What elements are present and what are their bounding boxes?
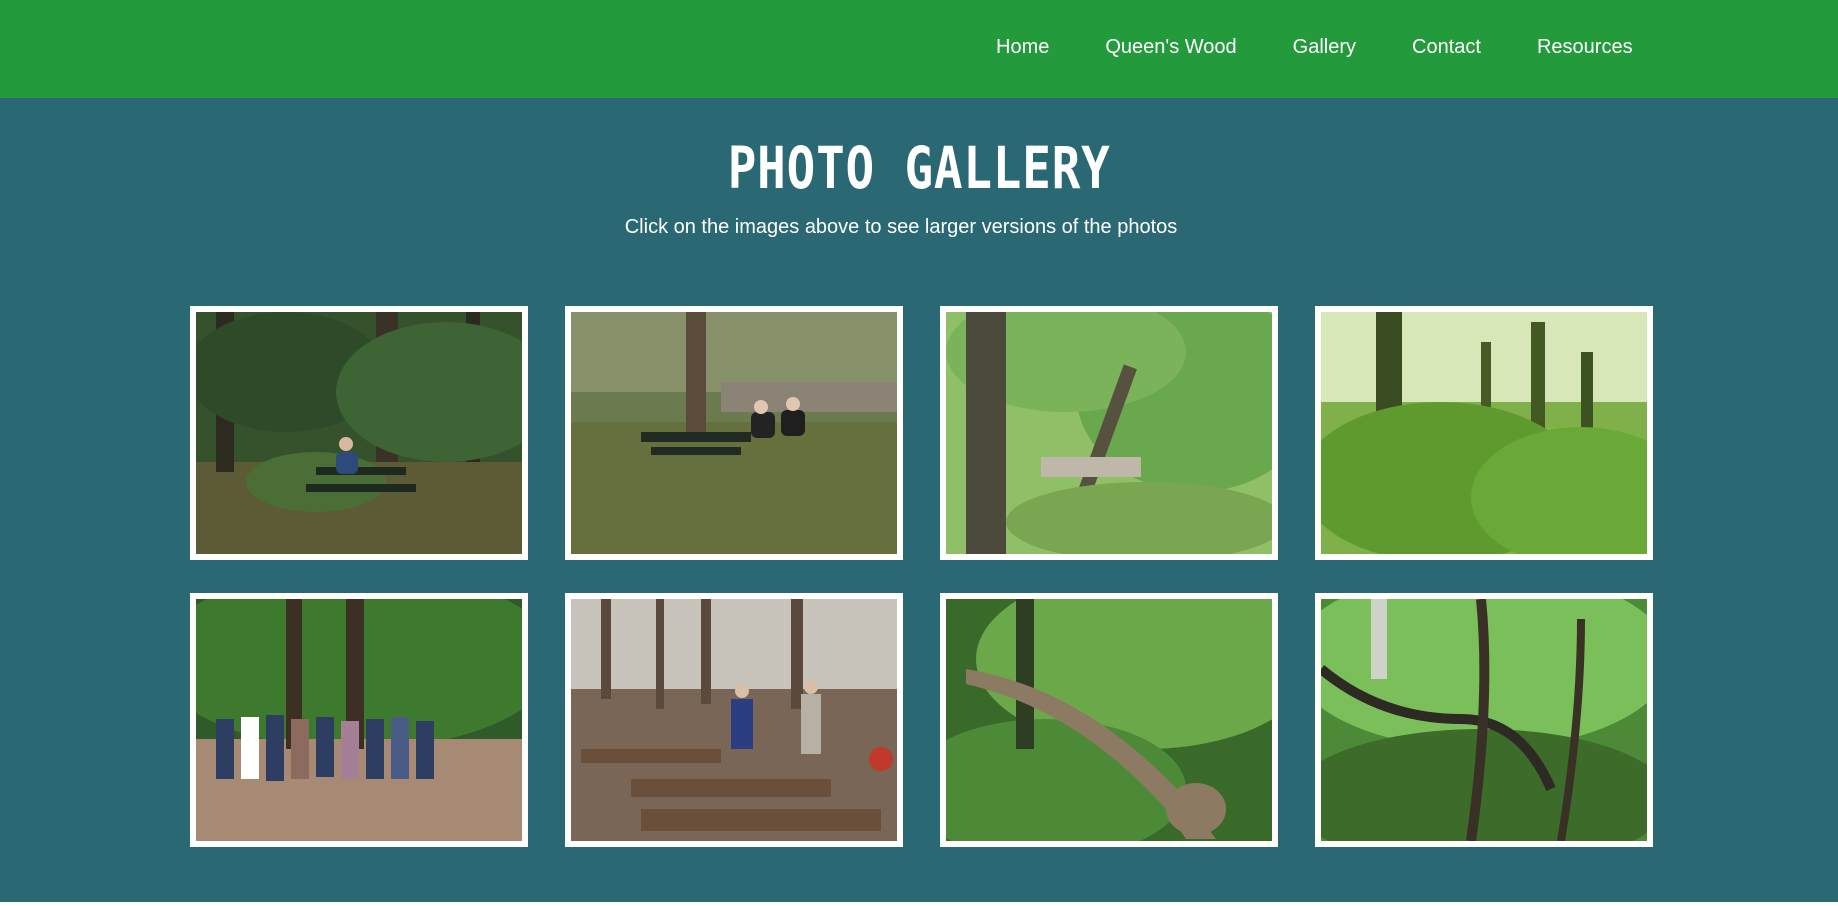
photo-volunteers-logs — [571, 599, 897, 841]
nav-contact[interactable]: Contact — [1412, 36, 1481, 59]
gallery-photo-7[interactable] — [940, 593, 1278, 847]
gallery-photo-5[interactable] — [190, 593, 528, 847]
nav-gallery[interactable]: Gallery — [1293, 36, 1356, 59]
photo-bench-by-pond — [571, 312, 897, 554]
gallery-instructions: Click on the images above to see larger … — [624, 216, 1178, 238]
photo-group-gathering — [196, 599, 522, 841]
photo-trees-and-clearing — [946, 312, 1272, 554]
photo-green-woodland — [1321, 312, 1647, 554]
main-nav: Home Queen's Wood Gallery Contact Resour… — [996, 36, 1633, 59]
page-title: Photo Gallery — [727, 134, 1111, 202]
gallery-photo-3[interactable] — [940, 306, 1278, 560]
footer-divider — [0, 902, 1838, 906]
gallery-photo-4[interactable] — [1315, 306, 1653, 560]
nav-queens-wood[interactable]: Queen's Wood — [1105, 36, 1236, 59]
gallery-photo-2[interactable] — [565, 306, 903, 560]
gallery-photo-6[interactable] — [565, 593, 903, 847]
nav-resources[interactable]: Resources — [1537, 36, 1633, 59]
photo-twisted-branches — [1321, 599, 1647, 841]
photo-picnic-bench-forest — [196, 312, 522, 554]
gallery-photo-8[interactable] — [1315, 593, 1653, 847]
header-bar: Home Queen's Wood Gallery Contact Resour… — [0, 0, 1838, 98]
gallery-photo-1[interactable] — [190, 306, 528, 560]
photo-fallen-tree — [946, 599, 1272, 841]
nav-home[interactable]: Home — [996, 36, 1049, 59]
